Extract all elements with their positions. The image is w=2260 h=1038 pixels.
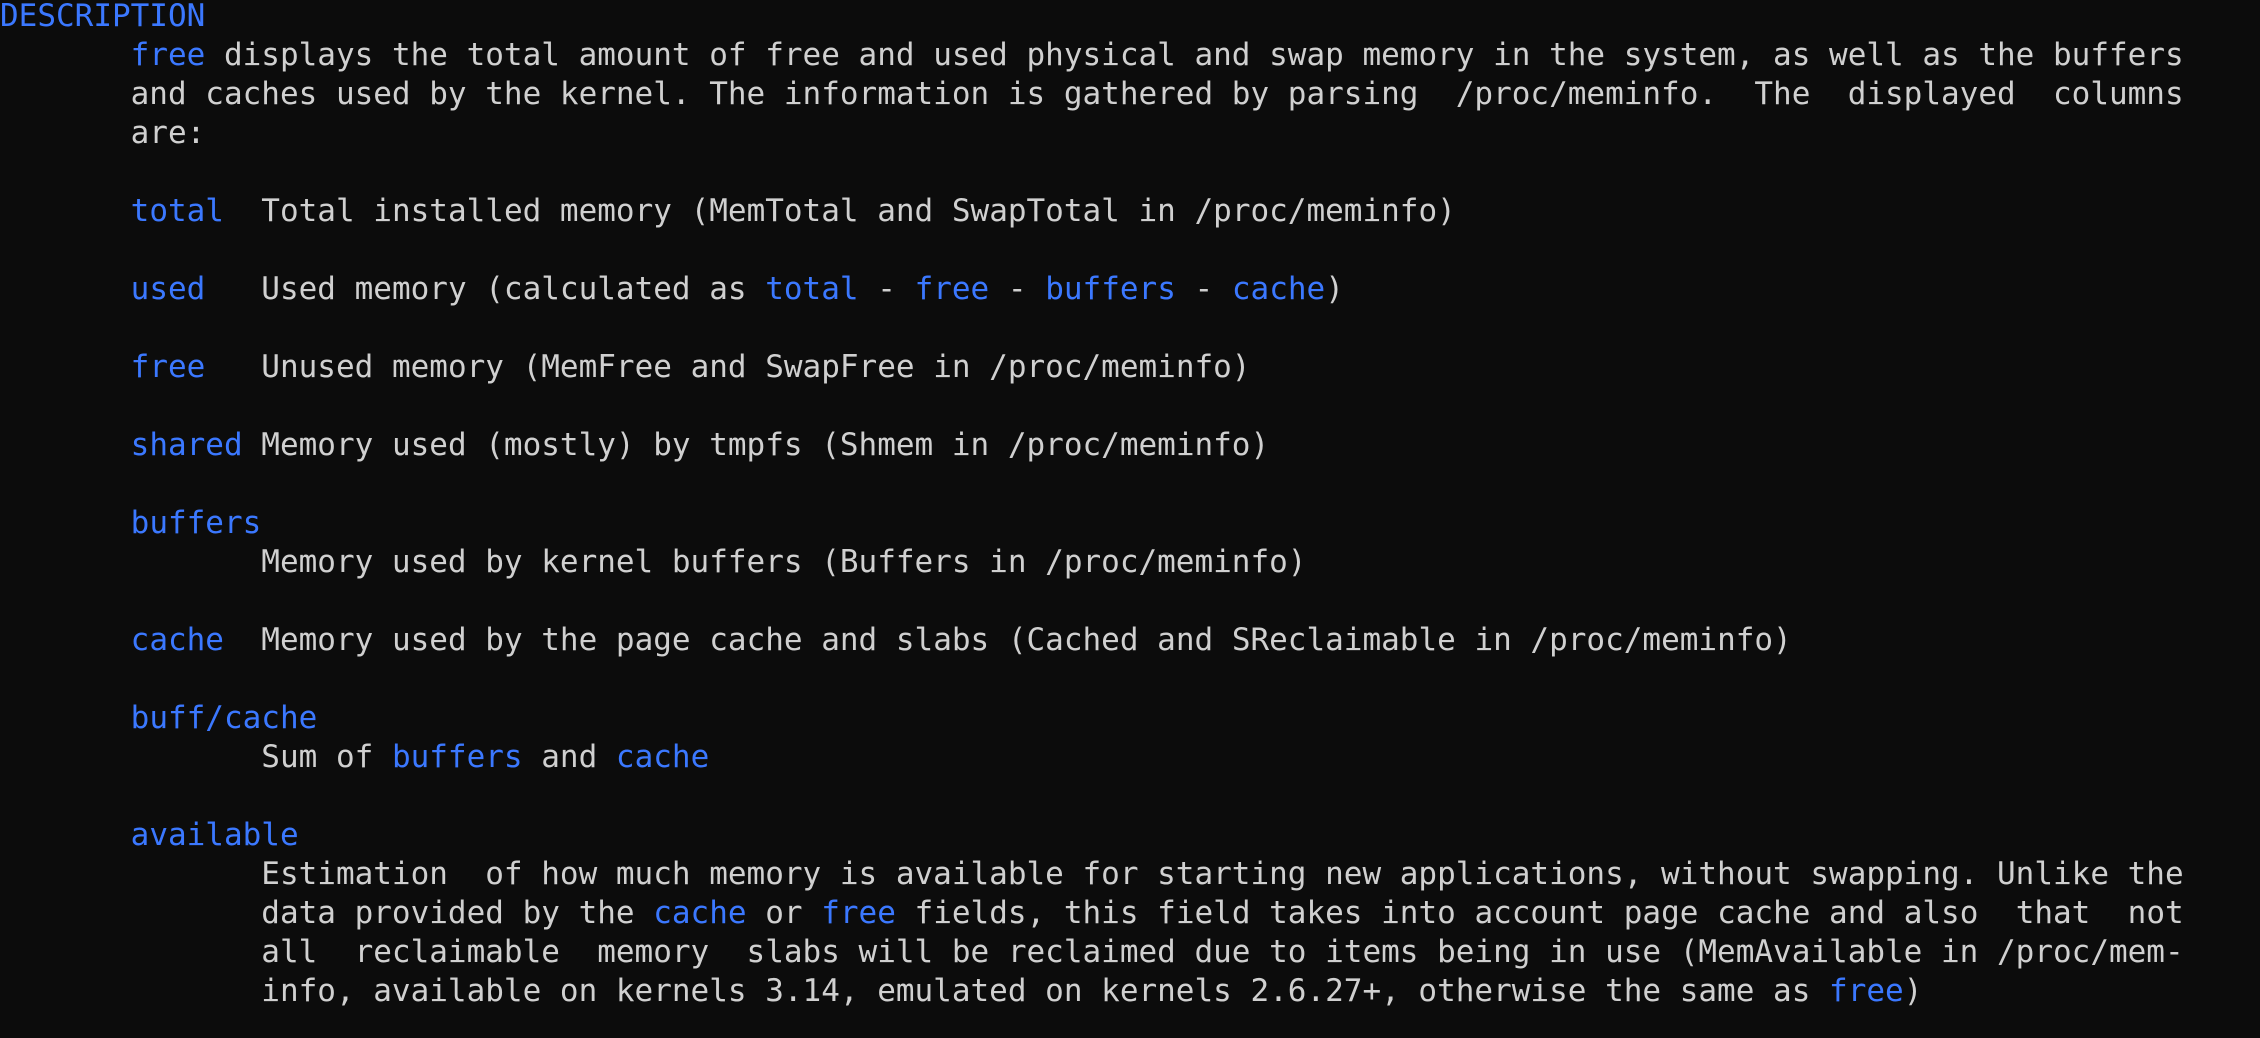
keyword-term: used (130, 271, 206, 307)
manpage-line: Sum of buffers and cache (0, 738, 709, 777)
line-text: Memory used by kernel buffers (Buffers i… (0, 544, 1307, 580)
keyword-term: buffers (130, 505, 262, 541)
section-heading: DESCRIPTION (0, 0, 205, 36)
keyword-term: cache (653, 895, 747, 931)
line-text: - (989, 271, 1046, 307)
manpage-line: Estimation of how much memory is availab… (0, 855, 2184, 894)
line-text: or (746, 895, 822, 931)
keyword-term: buffers (391, 739, 523, 775)
keyword-term: free (1829, 973, 1904, 1009)
line-text: and caches used by the kernel. The infor… (0, 76, 2184, 112)
manpage-line: info, available on kernels 3.14, emulate… (0, 972, 1922, 1011)
keyword-term: free (130, 37, 206, 73)
line-text: Total installed memory (MemTotal and Swa… (223, 193, 1456, 229)
line-text: Used memory (calculated as (205, 271, 766, 307)
keyword-term: free (130, 349, 206, 385)
line-text (0, 271, 131, 307)
keyword-term: shared (130, 427, 243, 463)
line-text: Sum of (0, 739, 392, 775)
manpage-line: cache Memory used by the page cache and … (0, 621, 1792, 660)
line-text: fields, this field takes into account pa… (895, 895, 2184, 931)
keyword-term: available (130, 817, 299, 853)
keyword-term: buff/cache (130, 700, 318, 736)
line-text (0, 349, 131, 385)
manpage-line: shared Memory used (mostly) by tmpfs (Sh… (0, 426, 1269, 465)
line-text: ) (1325, 271, 1344, 307)
manpage-line: used Used memory (calculated as total - … (0, 270, 1344, 309)
terminal-window: { "colors": { "background": "#0c0c0c", "… (0, 0, 2260, 1038)
line-text: all reclaimable memory slabs will be rec… (0, 934, 2184, 970)
line-text (0, 427, 131, 463)
line-text: Memory used by the page cache and slabs … (223, 622, 1792, 658)
line-text (0, 193, 131, 229)
line-text: displays the total amount of free and us… (205, 37, 2184, 73)
line-text (0, 700, 131, 736)
line-text (0, 622, 131, 658)
keyword-term: cache (1231, 271, 1326, 307)
line-text: - (858, 271, 915, 307)
line-text (0, 37, 131, 73)
line-text: info, available on kernels 3.14, emulate… (0, 973, 1830, 1009)
keyword-term: free (914, 271, 990, 307)
manpage-line: Memory used by kernel buffers (Buffers i… (0, 543, 1306, 582)
line-text: and (522, 739, 616, 775)
manpage-line: buffers (0, 504, 262, 543)
keyword-term: DESCRIPTION (0, 0, 206, 34)
line-text (0, 817, 131, 853)
manpage-line: all reclaimable memory slabs will be rec… (0, 933, 2184, 972)
manpage-line: total Total installed memory (MemTotal a… (0, 192, 1456, 231)
line-text: - (1175, 271, 1232, 307)
keyword-term: total (130, 193, 224, 229)
line-text: Memory used (mostly) by tmpfs (Shmem in … (242, 427, 1270, 463)
line-text: data provided by the (0, 895, 654, 931)
manpage-line: are: (0, 114, 206, 153)
keyword-term: free (821, 895, 896, 931)
line-text: Estimation of how much memory is availab… (0, 856, 2184, 892)
line-text: Unused memory (MemFree and SwapFree in /… (205, 349, 1251, 385)
keyword-term: buffers (1045, 271, 1176, 307)
manpage-line: available (0, 816, 299, 855)
line-text: ) (1903, 973, 1923, 1009)
keyword-term: cache (615, 739, 710, 775)
manpage-line: and caches used by the kernel. The infor… (0, 75, 2184, 114)
manpage-line: buff/cache (0, 699, 318, 738)
manpage-line: free Unused memory (MemFree and SwapFree… (0, 348, 1251, 387)
line-text: are: (0, 115, 206, 151)
keyword-term: cache (130, 622, 224, 658)
line-text (0, 505, 131, 541)
manpage-line: free displays the total amount of free a… (0, 36, 2184, 75)
manpage-line: data provided by the cache or free field… (0, 894, 2184, 933)
keyword-term: total (765, 271, 859, 307)
